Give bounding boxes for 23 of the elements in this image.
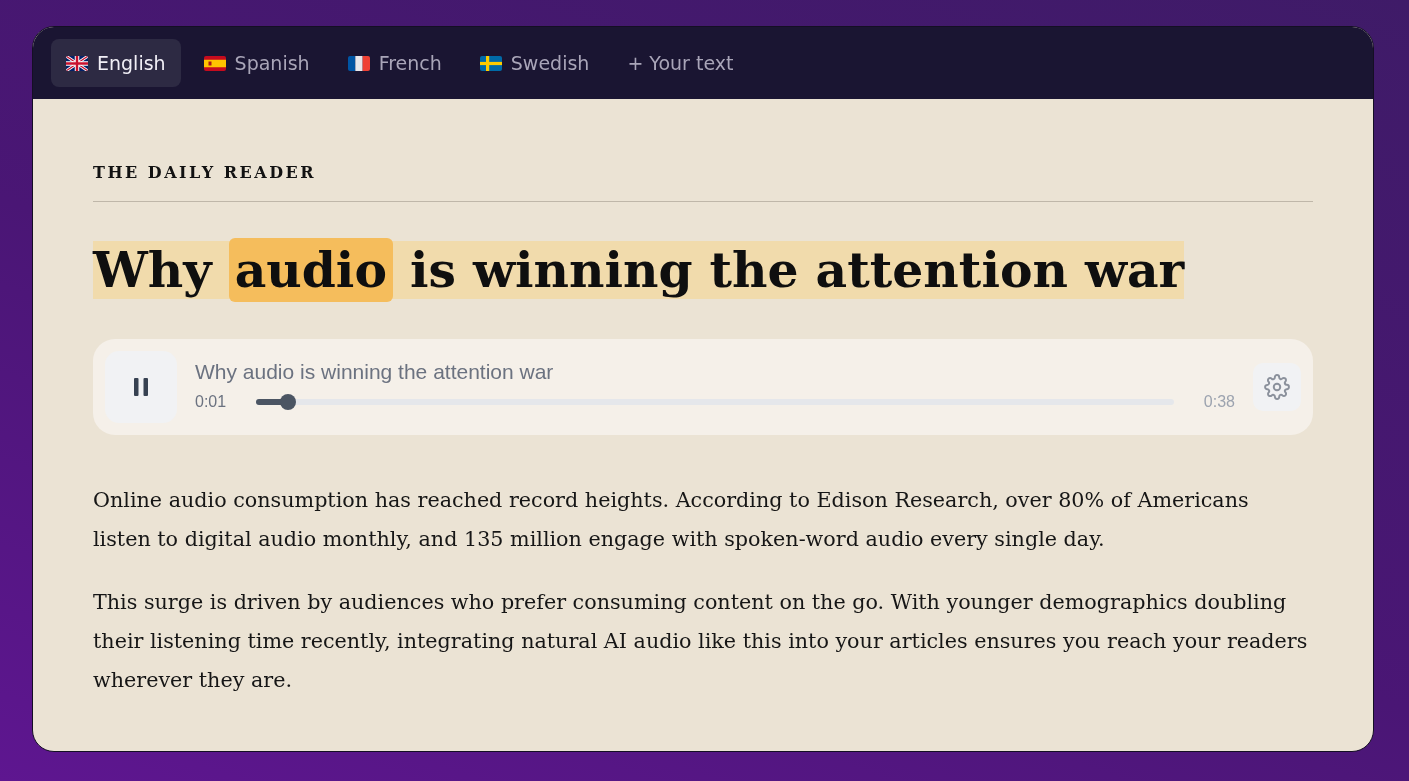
french-flag-icon bbox=[347, 55, 370, 71]
headline-text: Why bbox=[93, 240, 212, 301]
track-title: Why audio is winning the attention war bbox=[195, 360, 555, 385]
highlighted-word: audio bbox=[228, 238, 393, 302]
spanish-flag-icon bbox=[203, 55, 226, 71]
pause-button[interactable] bbox=[105, 351, 177, 423]
language-tab[interactable]: English bbox=[51, 39, 181, 87]
pause-icon bbox=[134, 378, 148, 396]
slider-thumb[interactable] bbox=[280, 393, 297, 410]
article-paragraph: This surge is driven by audiences who prefer consuming content on the go. With younger demographics doubling their listening time recently, integrating natural AI audio like this into your articles ensures you reach your readers wherever they are. bbox=[93, 589, 1309, 694]
language-tab[interactable]: French bbox=[332, 39, 457, 87]
article-paragraph: Online audio consumption has reached record heights. According to Edison Research, over 80% of Americans listen to digital audio monthly, and 135 million engage with spoken-word audio every single day. bbox=[93, 487, 1250, 553]
language-tab[interactable]: + Your text bbox=[612, 39, 749, 87]
settings-button[interactable] bbox=[1253, 363, 1301, 411]
swedish-flag-icon bbox=[479, 55, 502, 71]
british-flag-icon bbox=[66, 55, 88, 71]
language-tab[interactable]: Swedish bbox=[464, 39, 605, 87]
settings-icon bbox=[1264, 374, 1290, 400]
elapsed-time: 0:01 bbox=[195, 391, 227, 412]
headline-text: is winning the attention war bbox=[409, 240, 1185, 301]
publication-name: THE DAILY READER bbox=[93, 163, 317, 183]
language-tab[interactable]: Spanish bbox=[188, 39, 325, 87]
duration-time: 0:38 bbox=[1203, 391, 1235, 412]
